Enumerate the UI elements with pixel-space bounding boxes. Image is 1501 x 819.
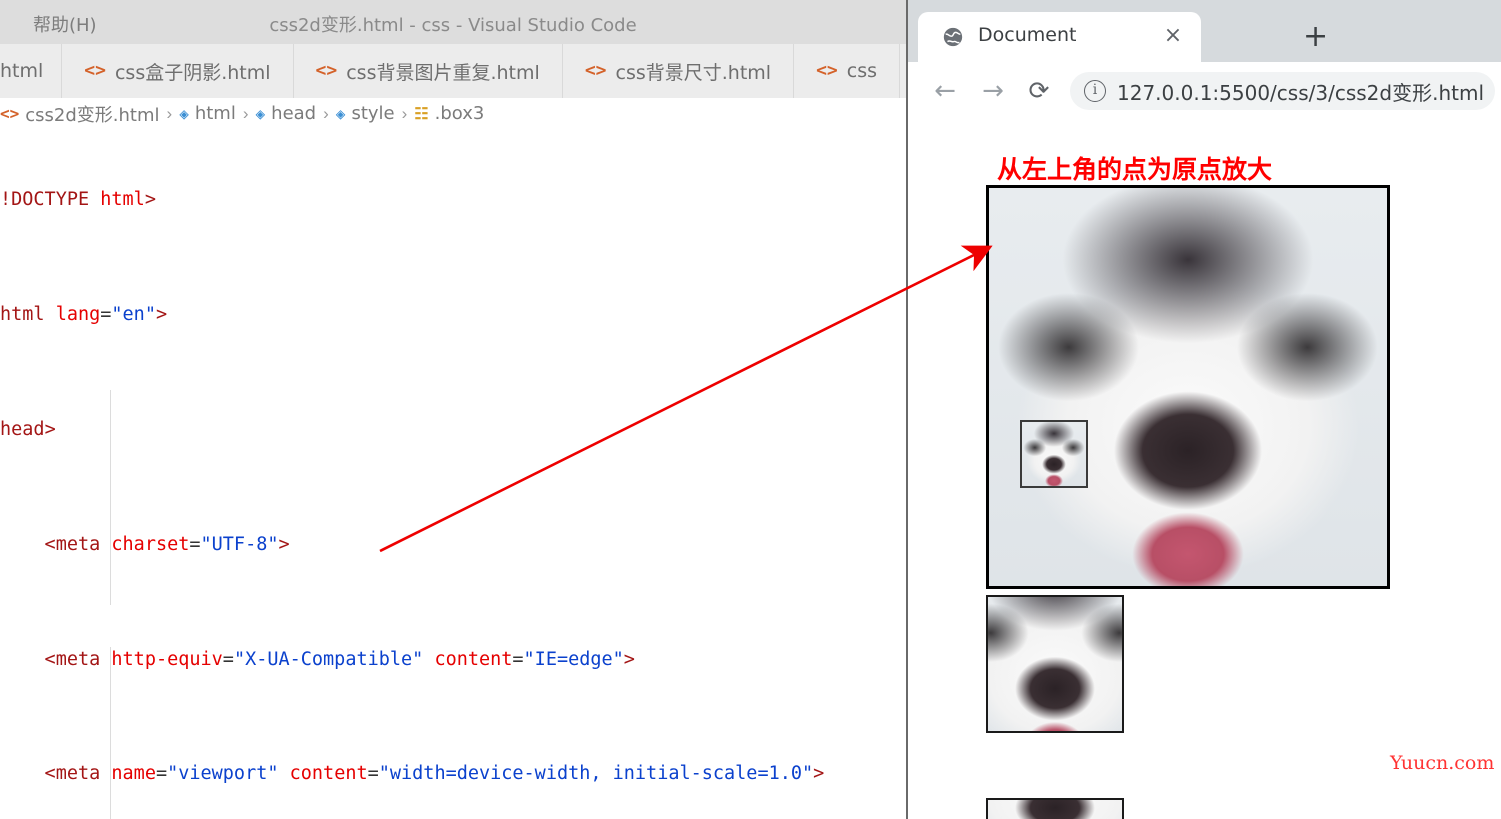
css-selector-icon: ☷ bbox=[414, 103, 429, 123]
breadcrumb-item-file[interactable]: <> css2d变形.html bbox=[0, 101, 160, 127]
code-token: "viewport" bbox=[167, 763, 279, 785]
code-line: !DOCTYPE html> bbox=[0, 189, 156, 211]
chrome-tab-strip: Document × + bbox=[908, 0, 1501, 62]
code-token: content bbox=[289, 763, 368, 785]
breadcrumb-separator: › bbox=[242, 103, 249, 123]
chrome-toolbar: ← → ⟳ i 127.0.0.1:5500/css/3/css2d变形.htm… bbox=[908, 62, 1501, 121]
breadcrumb-item-style[interactable]: ◈ style bbox=[336, 103, 395, 124]
code-token: meta bbox=[55, 533, 101, 555]
code-token: meta bbox=[55, 763, 101, 785]
window-title: css2d变形.html - css - Visual Studio Code bbox=[269, 15, 637, 36]
breadcrumb: <> css2d变形.html › ◈ html › ◈ head › ◈ st… bbox=[0, 98, 906, 129]
html-file-icon: <> bbox=[0, 103, 20, 123]
vscode-window: 帮助(H) css2d变形.html - css - Visual Studio… bbox=[0, 0, 906, 819]
box4-partial bbox=[986, 798, 1124, 819]
code-token: "en" bbox=[111, 304, 156, 326]
breadcrumb-label: style bbox=[351, 103, 395, 124]
html-file-icon: <> bbox=[84, 60, 106, 81]
code-token: lang bbox=[55, 304, 101, 326]
code-token: "X-UA-Compatible" bbox=[233, 648, 424, 670]
code-token: "IE=edge" bbox=[523, 648, 624, 670]
editor-tab-label: html bbox=[0, 60, 44, 82]
editor-tab-label: css背景图片重复.html bbox=[346, 61, 540, 84]
indent-guide bbox=[110, 647, 111, 819]
cube-icon: ◈ bbox=[255, 103, 266, 123]
html-file-icon: <> bbox=[816, 60, 838, 81]
breadcrumb-separator: › bbox=[166, 103, 173, 123]
editor-tab-label: css bbox=[846, 60, 878, 82]
code-line: <meta name="viewport" content="width=dev… bbox=[0, 763, 825, 785]
code-token: meta bbox=[55, 648, 101, 670]
page-viewport: 从左上角的点为原点放大 Yuucn.com bbox=[908, 120, 1501, 819]
editor-tab-4[interactable]: <> css bbox=[794, 44, 901, 98]
cube-icon: ◈ bbox=[179, 103, 189, 123]
breadcrumb-separator: › bbox=[401, 103, 408, 123]
code-token: http-equiv bbox=[111, 648, 223, 670]
chrome-tab-document[interactable]: Document × bbox=[918, 12, 1201, 62]
url-text: 127.0.0.1:5500/css/3/css2d变形.html bbox=[1117, 80, 1485, 105]
close-icon[interactable]: × bbox=[1161, 24, 1185, 48]
code-line: head> bbox=[0, 419, 56, 440]
breadcrumb-label: head bbox=[271, 103, 317, 124]
editor-tab-0[interactable]: html bbox=[0, 44, 63, 98]
code-token: name bbox=[111, 763, 156, 785]
html-file-icon: <> bbox=[584, 60, 607, 81]
editor-tab-label: css背景尺寸.html bbox=[615, 61, 772, 84]
editor-tab-1[interactable]: <> css盒子阴影.html bbox=[62, 44, 294, 98]
code-token: "UTF-8" bbox=[200, 533, 279, 555]
box3-normal bbox=[986, 595, 1124, 733]
code-token: !DOCTYPE bbox=[0, 189, 90, 211]
chrome-tab-title: Document bbox=[978, 24, 1077, 46]
globe-icon bbox=[943, 27, 963, 47]
editor-tab-label: css盒子阴影.html bbox=[114, 61, 271, 84]
code-token: content bbox=[434, 648, 513, 670]
code-line: <meta http-equiv="X-UA-Compatible" conte… bbox=[0, 648, 635, 670]
site-info-icon[interactable]: i bbox=[1084, 80, 1106, 102]
editor-tab-3[interactable]: <> css背景尺寸.html bbox=[562, 44, 795, 98]
code-token: html bbox=[100, 189, 145, 211]
code-token: html bbox=[0, 304, 45, 326]
vscode-title-bar: 帮助(H) css2d变形.html - css - Visual Studio… bbox=[0, 0, 906, 45]
box2-scaled-down bbox=[1020, 420, 1088, 488]
code-token: "width=device-width, initial-scale=1.0" bbox=[378, 763, 814, 785]
reload-icon[interactable]: ⟳ bbox=[1024, 76, 1054, 106]
back-arrow-icon[interactable]: ← bbox=[930, 76, 960, 106]
code-token: charset bbox=[111, 533, 190, 555]
breadcrumb-label: html bbox=[194, 103, 236, 124]
editor-tab-2[interactable]: <> css背景图片重复.html bbox=[293, 44, 563, 98]
breadcrumb-separator: › bbox=[323, 103, 329, 123]
page-note: 从左上角的点为原点放大 bbox=[997, 155, 1273, 184]
breadcrumb-label: css2d变形.html bbox=[25, 104, 160, 126]
editor-tab-bar: html <> css盒子阴影.html <> css背景图片重复.html <… bbox=[0, 44, 906, 99]
new-tab-button[interactable]: + bbox=[1303, 22, 1328, 52]
breadcrumb-label: .box3 bbox=[434, 103, 485, 124]
box1-scaled-up bbox=[986, 185, 1390, 589]
address-bar[interactable]: i 127.0.0.1:5500/css/3/css2d变形.html bbox=[1070, 72, 1495, 110]
code-token: head bbox=[0, 419, 45, 440]
code-line: html lang="en"> bbox=[0, 304, 168, 326]
forward-arrow-icon[interactable]: → bbox=[978, 76, 1008, 106]
indent-guide bbox=[110, 390, 111, 605]
breadcrumb-item-head[interactable]: ◈ head bbox=[256, 103, 317, 124]
html-file-icon: <> bbox=[315, 60, 338, 81]
cube-icon: ◈ bbox=[335, 103, 346, 123]
screenshot-root: 帮助(H) css2d变形.html - css - Visual Studio… bbox=[0, 0, 1501, 819]
code-editor[interactable]: !DOCTYPE html> html lang="en"> head> <me… bbox=[0, 129, 906, 819]
chrome-browser-window: Document × + ← → ⟳ i 127.0.0.1:5500/css/… bbox=[906, 0, 1501, 819]
watermark: Yuucn.com bbox=[1390, 752, 1495, 774]
code-line: <meta charset="UTF-8"> bbox=[0, 533, 290, 555]
breadcrumb-item-selector[interactable]: ☷ .box3 bbox=[414, 103, 484, 124]
breadcrumb-item-html[interactable]: ◈ html bbox=[179, 103, 236, 124]
